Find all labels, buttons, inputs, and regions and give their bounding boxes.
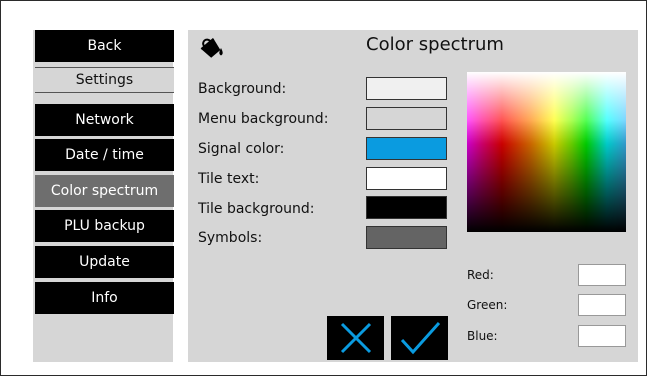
- tile-background-color-swatch[interactable]: [366, 196, 447, 219]
- tile-background-label: Tile background:: [198, 201, 315, 217]
- green-label: Green:: [467, 298, 508, 312]
- sidebar-item-info[interactable]: Info: [35, 282, 174, 314]
- symbols-label: Symbols:: [198, 230, 263, 246]
- settings-header: Settings: [35, 67, 174, 93]
- sidebar-item-update[interactable]: Update: [35, 246, 174, 278]
- window-frame: Back Settings Network Date / time Color …: [0, 0, 647, 376]
- background-label: Background:: [198, 81, 287, 97]
- cancel-button[interactable]: [327, 316, 384, 360]
- checkmark-icon: [400, 321, 440, 355]
- sidebar-item-date-time[interactable]: Date / time: [35, 139, 174, 171]
- back-button[interactable]: Back: [35, 30, 174, 62]
- tile-text-color-swatch[interactable]: [366, 167, 447, 190]
- signal-color-swatch[interactable]: [366, 137, 447, 160]
- blue-input[interactable]: [578, 325, 626, 347]
- sidebar-item-plu-backup[interactable]: PLU backup: [35, 210, 174, 242]
- sidebar-item-network[interactable]: Network: [35, 104, 174, 136]
- blue-label: Blue:: [467, 329, 498, 343]
- sidebar-item-color-spectrum[interactable]: Color spectrum: [35, 175, 174, 207]
- color-spectrum-picker[interactable]: [467, 72, 626, 232]
- background-color-swatch[interactable]: [366, 77, 447, 100]
- menu-background-color-swatch[interactable]: [366, 107, 447, 130]
- page-title: Color spectrum: [366, 34, 504, 55]
- sidebar: Back Settings Network Date / time Color …: [33, 30, 174, 362]
- green-input[interactable]: [578, 294, 626, 316]
- tile-text-label: Tile text:: [198, 171, 260, 187]
- red-label: Red:: [467, 268, 494, 282]
- red-input[interactable]: [578, 264, 626, 286]
- signal-color-label: Signal color:: [198, 141, 285, 157]
- close-icon: [340, 322, 371, 354]
- color-spectrum-panel: Color spectrum Background: Menu backgrou…: [188, 30, 638, 362]
- symbols-color-swatch[interactable]: [366, 226, 447, 249]
- menu-background-label: Menu background:: [198, 111, 329, 127]
- confirm-button[interactable]: [391, 316, 448, 360]
